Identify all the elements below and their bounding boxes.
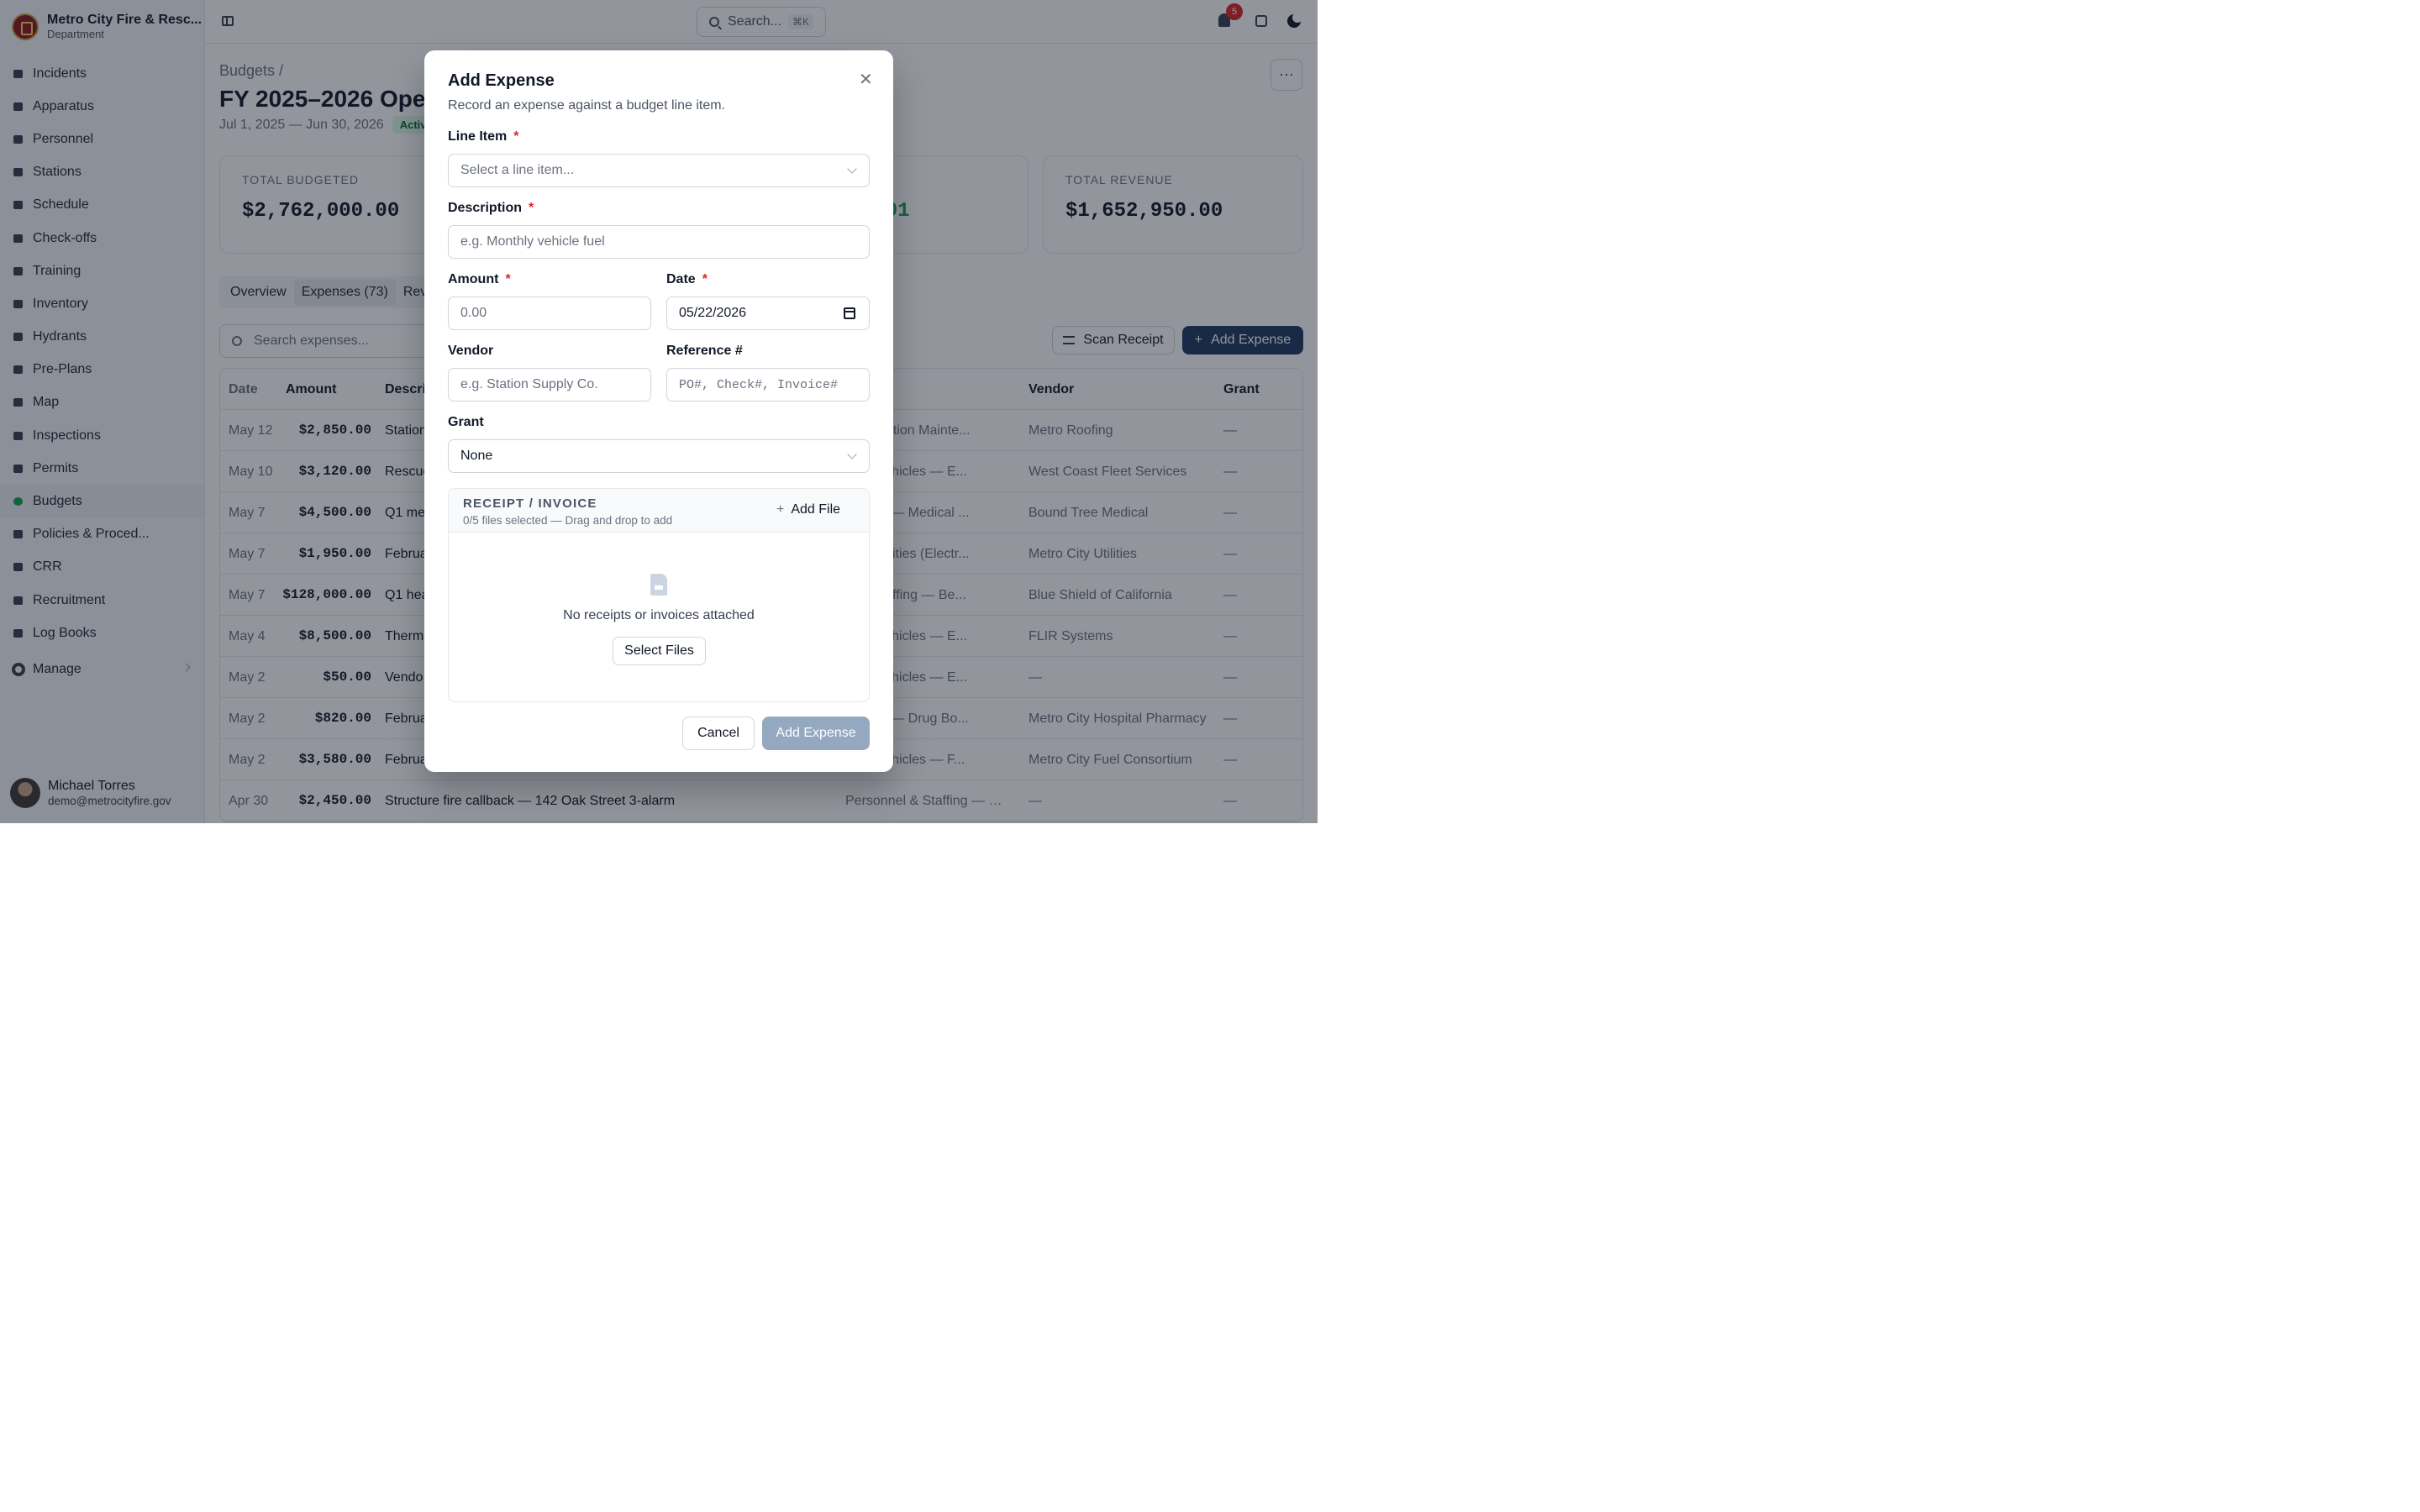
amount-input[interactable]: 0.00 bbox=[448, 297, 651, 330]
vendor-input[interactable]: e.g. Station Supply Co. bbox=[448, 368, 651, 402]
amount-placeholder: 0.00 bbox=[460, 306, 487, 320]
description-input[interactable]: e.g. Monthly vehicle fuel bbox=[448, 225, 870, 259]
amount-label: Amount * bbox=[448, 272, 511, 286]
cancel-button[interactable]: Cancel bbox=[682, 717, 755, 750]
reference-placeholder: PO#, Check#, Invoice# bbox=[679, 377, 839, 392]
line-item-select[interactable]: Select a line item... bbox=[448, 154, 870, 187]
description-placeholder: e.g. Monthly vehicle fuel bbox=[460, 234, 605, 249]
add-file-button[interactable]: + Add File bbox=[776, 502, 840, 517]
reference-input[interactable]: PO#, Check#, Invoice# bbox=[666, 368, 870, 402]
plus-icon: + bbox=[776, 502, 785, 517]
submit-add-expense-button[interactable]: Add Expense bbox=[762, 717, 870, 750]
receipt-title: RECEIPT / INVOICE bbox=[463, 496, 597, 511]
chevron-down-icon bbox=[847, 164, 857, 174]
grant-value: None bbox=[460, 449, 493, 463]
line-item-placeholder: Select a line item... bbox=[460, 163, 575, 177]
vendor-label: Vendor bbox=[448, 344, 494, 358]
receipt-header: RECEIPT / INVOICE 0/5 files selected — D… bbox=[449, 489, 869, 533]
grant-select[interactable]: None bbox=[448, 439, 870, 473]
dialog-subtitle: Record an expense against a budget line … bbox=[448, 98, 725, 113]
vendor-placeholder: e.g. Station Supply Co. bbox=[460, 377, 598, 391]
receipt-dropzone[interactable]: RECEIPT / INVOICE 0/5 files selected — D… bbox=[448, 488, 870, 702]
calendar-icon[interactable] bbox=[844, 307, 855, 319]
add-expense-dialog: Add Expense Record an expense against a … bbox=[424, 50, 893, 772]
document-icon bbox=[650, 574, 667, 596]
reference-label: Reference # bbox=[666, 344, 743, 358]
dialog-title: Add Expense bbox=[448, 71, 555, 90]
chevron-down-icon bbox=[847, 449, 857, 459]
add-file-label: Add File bbox=[791, 502, 841, 517]
line-item-label: Line Item * bbox=[448, 129, 519, 144]
receipt-empty-state: No receipts or invoices attached bbox=[563, 608, 755, 622]
date-label: Date * bbox=[666, 272, 708, 286]
date-input[interactable]: 05/22/2026 bbox=[666, 297, 870, 330]
receipt-subtitle: 0/5 files selected — Drag and drop to ad… bbox=[463, 514, 673, 527]
select-files-button[interactable]: Select Files bbox=[613, 637, 706, 665]
grant-label: Grant bbox=[448, 415, 484, 429]
description-label: Description * bbox=[448, 201, 534, 215]
close-icon[interactable]: ✕ bbox=[859, 69, 873, 90]
date-value: 05/22/2026 bbox=[679, 306, 747, 320]
